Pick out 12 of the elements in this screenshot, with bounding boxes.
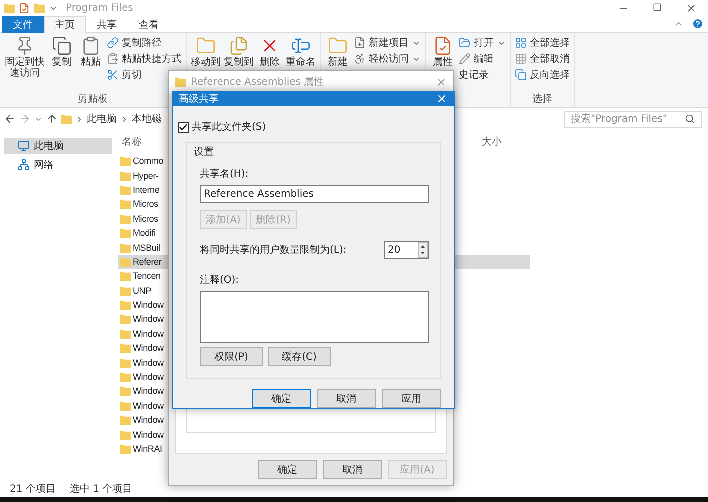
field-label: 注释(O): [200, 274, 240, 287]
status-text: 选中 1 个项目 [70, 482, 133, 496]
status-text: 21 个项目 [10, 482, 56, 496]
dialog-title: Reference Assemblies 属性 [191, 76, 324, 89]
field-label: 共享名(H): [200, 168, 250, 181]
field-label: 将同时共享的用户数量限制为(L): [200, 244, 347, 257]
checkbox-label: 共享此文件夹(S) [192, 120, 266, 134]
group-label: 选择 [532, 92, 554, 105]
group-title: 设置 [194, 146, 215, 159]
window-title: Program Files [66, 2, 134, 14]
dialog-title: 高级共享 [179, 92, 219, 106]
group-label: 剪贴板 [77, 92, 109, 105]
